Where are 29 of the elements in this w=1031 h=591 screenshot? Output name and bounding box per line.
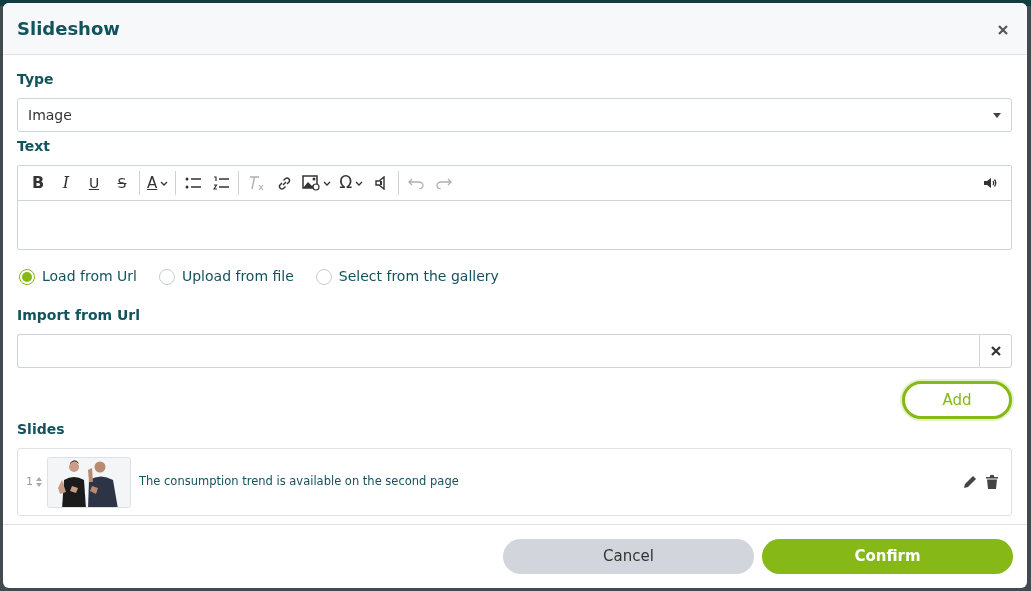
trash-icon: [986, 475, 998, 489]
pencil-icon: [963, 475, 977, 489]
image-icon: [302, 175, 321, 191]
section-label: Slides: [17, 420, 65, 439]
strikethrough-button[interactable]: S: [108, 169, 136, 197]
radio-option[interactable]: Upload from file: [158, 266, 294, 287]
field-label: Text: [17, 137, 50, 156]
type-dropdown[interactable]: Image: [17, 98, 1012, 132]
rich-text-editor[interactable]: B I U S A Ω: [17, 165, 1012, 250]
close-icon: [997, 24, 1009, 36]
drag-handle-icon[interactable]: [35, 477, 43, 487]
slide-number: 1: [26, 473, 33, 490]
clear-button[interactable]: [979, 334, 1012, 368]
radio-option[interactable]: Load from Url: [19, 266, 137, 287]
slide-row[interactable]: 1 The consumption trend is available on the second page: [17, 448, 1012, 516]
bold-button[interactable]: B: [24, 169, 52, 197]
modal-title: Slideshow: [17, 17, 120, 40]
field-label: Import from Url: [17, 306, 141, 325]
underline-button[interactable]: U: [80, 169, 108, 197]
italic-button[interactable]: I: [52, 169, 80, 197]
slide-caption: The consumption trend is available on the second page: [139, 473, 460, 491]
close-icon: [990, 346, 1001, 357]
cancel-button[interactable]: Cancel: [503, 539, 754, 574]
font-color-button[interactable]: A: [143, 169, 173, 197]
radio-option[interactable]: Select from the gallery: [315, 266, 499, 287]
caret-icon: [993, 112, 1001, 118]
special-character-button[interactable]: Ω: [335, 169, 368, 197]
field-label: Type: [17, 70, 54, 89]
url-field[interactable]: [17, 334, 979, 368]
